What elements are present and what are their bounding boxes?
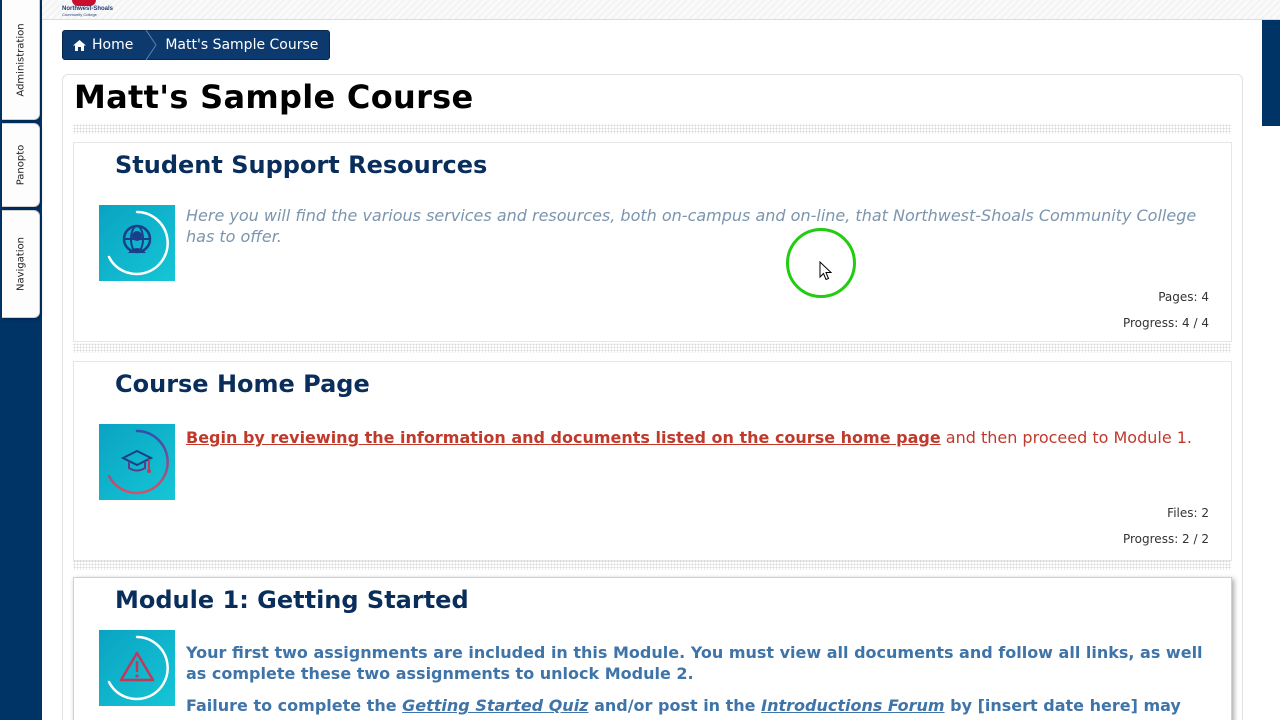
progress-count: Progress: 4 / 4 xyxy=(1122,316,1209,330)
graduation-cap-icon[interactable] xyxy=(99,424,175,500)
page-header: Northwest-Shoals Community College xyxy=(42,0,1280,20)
warning-triangle-icon[interactable] xyxy=(99,630,175,706)
module-warning-text: Failure to complete the Getting Started … xyxy=(186,695,1216,716)
introductions-forum-link[interactable]: Introductions Forum xyxy=(761,696,944,715)
breadcrumb-course-label: Matt's Sample Course xyxy=(165,37,319,53)
files-count: Files: 2 xyxy=(1167,506,1209,520)
breadcrumb-home[interactable]: Home xyxy=(63,31,145,59)
college-logo[interactable]: Northwest-Shoals Community College xyxy=(62,0,120,20)
progress-count: Progress: 2 / 2 xyxy=(1122,532,1209,546)
globe-person-icon[interactable] xyxy=(99,205,175,281)
logo-line2: Community College xyxy=(62,12,97,17)
section-description-tail: and then proceed to Module 1. xyxy=(940,428,1193,447)
section-title[interactable]: Module 1: Getting Started xyxy=(115,586,469,614)
section-divider xyxy=(73,124,1231,134)
pages-count: Pages: 4 xyxy=(1158,290,1209,304)
section-course-home: Course Home Page Begin by reviewing the … xyxy=(73,361,1232,561)
side-tab-panopto[interactable]: Panopto xyxy=(2,123,40,207)
side-tab-navigation[interactable]: Navigation xyxy=(2,210,40,318)
breadcrumb: Home Matt's Sample Course xyxy=(62,30,330,60)
side-tab-label: Administration xyxy=(15,22,26,97)
mouse-cursor-icon xyxy=(819,261,833,281)
home-icon xyxy=(73,39,86,51)
section-divider xyxy=(73,560,1231,570)
section-student-support: Student Support Resources Here you will … xyxy=(73,142,1232,342)
module-intro-text: Your first two assignments are included … xyxy=(186,643,1203,683)
module-warning-tail: by [insert date here] may xyxy=(944,696,1181,715)
side-tab-label: Navigation xyxy=(15,237,26,291)
section-description: Begin by reviewing the information and d… xyxy=(186,427,1216,448)
section-description: Here you will find the various services … xyxy=(186,206,1197,246)
module-warning-mid: and/or post in the xyxy=(588,696,762,715)
section-title[interactable]: Course Home Page xyxy=(115,370,370,398)
side-tab-administration[interactable]: Administration xyxy=(2,0,40,120)
section-title[interactable]: Student Support Resources xyxy=(115,151,487,179)
side-tab-label: Panopto xyxy=(15,144,26,186)
breadcrumb-separator-icon xyxy=(145,30,157,60)
page-title: Matt's Sample Course xyxy=(74,78,474,116)
module-warning-lead: Failure to complete the xyxy=(186,696,403,715)
getting-started-quiz-link[interactable]: Getting Started Quiz xyxy=(402,696,588,715)
section-module-1: Module 1: Getting Started Your first two… xyxy=(73,577,1232,720)
breadcrumb-course[interactable]: Matt's Sample Course xyxy=(157,31,318,59)
section-divider xyxy=(73,343,1231,353)
breadcrumb-home-label: Home xyxy=(92,37,134,53)
course-home-page-link[interactable]: Begin by reviewing the information and d… xyxy=(186,428,941,447)
